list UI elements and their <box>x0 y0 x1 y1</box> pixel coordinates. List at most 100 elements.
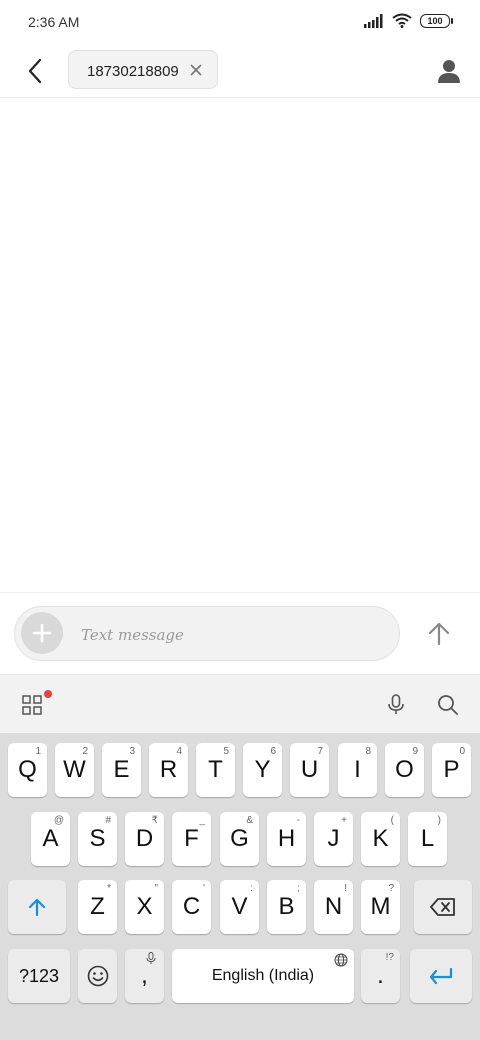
key-s[interactable]: S # <box>78 812 117 866</box>
key-u[interactable]: U7 <box>290 743 329 797</box>
key-label: Z <box>90 893 105 920</box>
key-w[interactable]: W2 <box>55 743 94 797</box>
enter-key[interactable] <box>410 949 472 1003</box>
key-e[interactable]: E3 <box>102 743 141 797</box>
back-button[interactable] <box>18 54 52 88</box>
key-p[interactable]: P0 <box>432 743 471 797</box>
key-hint: 9 <box>412 746 418 757</box>
apps-button[interactable] <box>17 690 47 720</box>
period-key[interactable]: . !? <box>361 949 400 1003</box>
recipient-number: 18730218809 <box>87 63 179 80</box>
key-hint: 8 <box>365 746 371 757</box>
message-input[interactable]: Text message <box>14 606 400 661</box>
key-hint: 5 <box>223 746 229 757</box>
key-h[interactable]: H- <box>267 812 306 866</box>
emoji-key[interactable] <box>78 949 117 1003</box>
key-v[interactable]: V: <box>220 880 259 934</box>
key-label: E <box>113 756 130 783</box>
send-button[interactable] <box>418 613 460 655</box>
shift-key[interactable] <box>8 880 66 934</box>
backspace-key[interactable] <box>414 880 472 934</box>
key-hint: ? <box>388 883 394 894</box>
grid-icon <box>22 695 42 715</box>
key-k[interactable]: K( <box>361 812 400 866</box>
contact-button[interactable] <box>432 54 466 88</box>
comma-key[interactable]: , <box>125 949 164 1003</box>
key-label: W <box>63 756 86 783</box>
key-label: H <box>277 825 296 852</box>
key-i[interactable]: I8 <box>338 743 377 797</box>
key-n[interactable]: N! <box>314 880 353 934</box>
recipient-chip[interactable]: 18730218809 <box>68 50 218 89</box>
battery-icon: 100 <box>420 13 453 28</box>
back-arrow-icon <box>28 58 42 84</box>
period-label: . <box>377 962 384 989</box>
keyboard-search-button[interactable] <box>433 690 463 720</box>
key-hint: ( <box>390 815 394 826</box>
key-hint: ; <box>297 883 300 894</box>
key-hint: 7 <box>317 746 323 757</box>
key-r[interactable]: R4 <box>149 743 188 797</box>
key-q[interactable]: Q1 <box>8 743 47 797</box>
key-f[interactable]: F _ <box>172 812 211 866</box>
key-label: V <box>231 893 248 920</box>
key-g[interactable]: G & <box>220 812 259 866</box>
key-hint: 0 <box>459 746 465 757</box>
remove-recipient-button[interactable] <box>189 63 203 77</box>
key-c[interactable]: C ' <box>172 880 211 934</box>
symbols-key[interactable]: ?123 <box>8 949 70 1003</box>
key-z[interactable]: Z * <box>78 880 117 934</box>
status-time: 2:36 AM <box>28 14 80 30</box>
key-hint: 6 <box>270 746 276 757</box>
key-j[interactable]: J + <box>314 812 353 866</box>
voice-input-button[interactable] <box>381 690 411 720</box>
key-label: T <box>208 756 223 783</box>
key-label: J <box>327 825 340 852</box>
message-placeholder: Text message <box>81 626 184 644</box>
space-key[interactable]: English (India) <box>172 949 354 1003</box>
key-a[interactable]: A @ <box>31 812 70 866</box>
emoji-icon <box>87 965 108 987</box>
person-icon <box>438 60 460 83</box>
attach-button[interactable] <box>21 612 63 654</box>
key-d[interactable]: D ₹ <box>125 812 164 866</box>
key-label: G <box>230 825 249 852</box>
space-label: English (India) <box>211 967 315 984</box>
key-label: F <box>184 825 199 852</box>
key-hint: 2 <box>82 746 88 757</box>
key-t[interactable]: T5 <box>196 743 235 797</box>
key-l[interactable]: L) <box>408 812 447 866</box>
key-y[interactable]: Y6 <box>243 743 282 797</box>
keyboard-toolbar <box>0 674 480 734</box>
key-label: N <box>324 893 343 920</box>
key-hint: ' <box>203 883 205 894</box>
key-label: P <box>443 756 460 783</box>
key-x[interactable]: X " <box>125 880 164 934</box>
conversation-header: 18730218809 <box>0 44 480 98</box>
globe-icon <box>334 953 348 967</box>
key-hint: 1 <box>35 746 41 757</box>
shift-arrow-icon <box>28 898 46 917</box>
key-label: K <box>372 825 389 852</box>
key-m[interactable]: M? <box>361 880 400 934</box>
key-hint: # <box>105 815 111 826</box>
key-label: S <box>89 825 106 852</box>
key-hint: ! <box>344 883 347 894</box>
wifi-icon <box>392 13 412 28</box>
compose-bar: Text message <box>0 592 480 675</box>
key-hint: @ <box>53 815 64 826</box>
key-hint: _ <box>199 815 205 826</box>
key-label: I <box>354 756 361 783</box>
key-label: C <box>182 893 201 920</box>
send-arrow-icon <box>428 622 450 646</box>
key-label: M <box>370 893 391 920</box>
key-b[interactable]: B; <box>267 880 306 934</box>
key-hint: : <box>250 883 253 894</box>
key-label: X <box>136 893 153 920</box>
status-icons: 100 <box>364 13 453 28</box>
key-hint: " <box>154 883 158 894</box>
key-hint: - <box>296 815 300 826</box>
key-o[interactable]: O9 <box>385 743 424 797</box>
search-icon <box>438 695 458 715</box>
plus-icon <box>32 623 52 643</box>
